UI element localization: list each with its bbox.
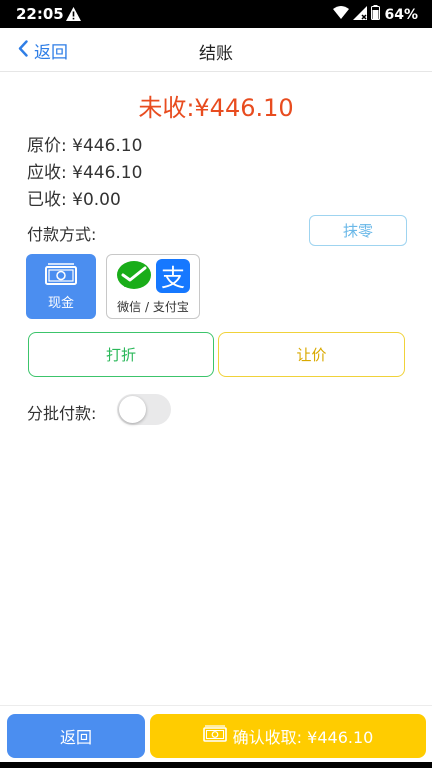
bottom-back-button[interactable]: 返回: [7, 714, 145, 758]
discount-button[interactable]: 打折: [28, 332, 214, 377]
battery-percent: 64%: [384, 6, 418, 23]
toggle-knob: [119, 396, 146, 423]
status-indicators: 64%: [333, 5, 418, 24]
receivable-amount: 应收: ¥446.10: [27, 163, 143, 183]
round-off-button[interactable]: 抹零: [309, 215, 407, 246]
status-time: 22:05: [16, 5, 64, 23]
payment-method-label: 付款方式:: [27, 225, 97, 244]
svg-text:支: 支: [161, 264, 185, 292]
wifi-icon: [333, 6, 350, 23]
received-amount: 已收: ¥0.00: [27, 190, 121, 210]
bottom-divider: [0, 705, 432, 706]
concession-button[interactable]: 让价: [218, 332, 405, 377]
cash-label: 现金: [47, 296, 74, 311]
payment-method-wechat-alipay[interactable]: 支 微信 / 支付宝: [106, 254, 200, 319]
original-price: 原价: ¥446.10: [27, 136, 143, 156]
batch-payment-label: 分批付款:: [27, 404, 97, 423]
page-title: 结账: [199, 44, 233, 64]
cash-icon: [26, 263, 96, 291]
alipay-icon: 支: [156, 259, 190, 297]
confirm-payment-button[interactable]: 确认收取: ¥446.10: [150, 714, 426, 758]
alert-icon: [66, 6, 81, 25]
status-bar: 22:05 64%: [0, 0, 432, 28]
cash-icon: [202, 725, 227, 747]
battery-icon: [371, 5, 381, 24]
nav-bar: 返回 结账: [0, 28, 432, 72]
amount-due: 未收:¥446.10: [138, 94, 294, 122]
confirm-payment-label: 确认收取: ¥446.10: [232, 728, 374, 747]
batch-payment-toggle[interactable]: [117, 394, 171, 425]
system-nav-bar: [0, 762, 432, 768]
cellular-signal-icon: [353, 5, 368, 24]
wechat-alipay-label: 微信 / 支付宝: [117, 300, 189, 314]
wechat-icon: [116, 259, 152, 297]
payment-method-cash[interactable]: 现金: [26, 254, 96, 319]
